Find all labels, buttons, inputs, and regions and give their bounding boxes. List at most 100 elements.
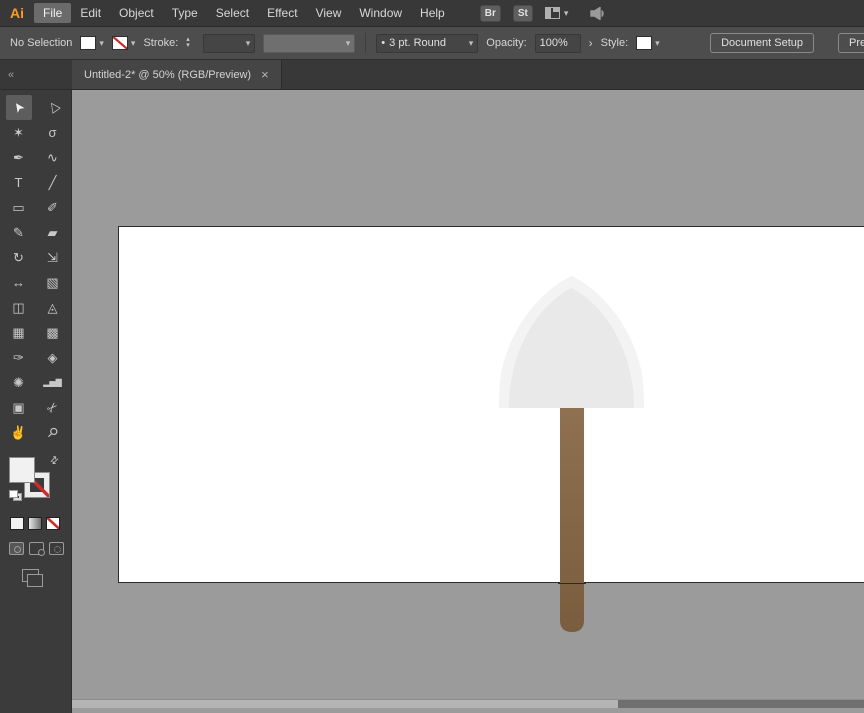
menu-file[interactable]: File bbox=[34, 3, 72, 23]
brush-definition-combo[interactable]: • 3 pt. Round ▾ bbox=[376, 33, 479, 53]
brush-name: 3 pt. Round bbox=[389, 37, 447, 49]
draw-inside-button[interactable] bbox=[49, 542, 64, 555]
artboard-tool[interactable]: ▣ bbox=[6, 395, 32, 420]
type-tool-icon: T bbox=[14, 175, 23, 190]
menu-view[interactable]: View bbox=[307, 3, 351, 23]
menu-edit[interactable]: Edit bbox=[71, 3, 110, 23]
rotate-tool-icon: ↻ bbox=[13, 250, 24, 265]
stroke-none-swatch-icon bbox=[111, 36, 128, 50]
horizontal-scrollbar[interactable] bbox=[72, 699, 864, 708]
default-fill-stroke-icon[interactable] bbox=[9, 490, 22, 501]
symbol-sprayer-tool[interactable]: ✺ bbox=[6, 370, 32, 395]
perspective-grid-tool[interactable]: ◬ bbox=[40, 295, 66, 320]
chevron-down-icon: ▾ bbox=[655, 37, 660, 48]
menu-help[interactable]: Help bbox=[411, 3, 454, 23]
arrange-documents-button[interactable]: ▾ bbox=[544, 7, 569, 19]
width-profile-combo[interactable]: ▾ bbox=[263, 33, 356, 53]
menu-effect[interactable]: Effect bbox=[258, 3, 306, 23]
shaper-tool-icon: ✎ bbox=[13, 225, 24, 240]
opacity-flyout-icon[interactable]: › bbox=[589, 36, 593, 50]
bridge-button[interactable]: Br bbox=[479, 4, 501, 22]
fill-swatch[interactable] bbox=[9, 457, 35, 483]
document-tab[interactable]: Untitled-2* @ 50% (RGB/Preview) × bbox=[72, 60, 282, 89]
symbol-sprayer-tool-icon: ✺ bbox=[13, 375, 24, 390]
fill-stroke-control: ⇄ bbox=[9, 454, 63, 503]
gradient-tool[interactable]: ▩ bbox=[40, 320, 66, 345]
mesh-tool[interactable]: ▦ bbox=[6, 320, 32, 345]
stock-button[interactable]: St bbox=[512, 4, 533, 22]
style-control[interactable]: ▾ bbox=[636, 36, 660, 50]
separator bbox=[365, 33, 367, 53]
scale-tool-icon: ⇲ bbox=[47, 250, 58, 265]
zoom-tool[interactable]: ⚲ bbox=[40, 420, 66, 445]
horizontal-scrollbar-thumb[interactable] bbox=[618, 700, 864, 708]
menu-type[interactable]: Type bbox=[163, 3, 207, 23]
gradient-button[interactable] bbox=[28, 517, 42, 530]
magic-wand-tool-icon: ✶ bbox=[13, 125, 24, 140]
pen-tool-icon: ✒ bbox=[13, 150, 24, 165]
menu-window[interactable]: Window bbox=[350, 3, 411, 23]
document-tab-title: Untitled-2* @ 50% (RGB/Preview) bbox=[84, 68, 252, 81]
hand-tool-icon: ✌ bbox=[10, 425, 27, 440]
type-tool[interactable]: T bbox=[6, 170, 32, 195]
chevron-down-icon: ▾ bbox=[99, 37, 104, 48]
preferences-button[interactable]: Pref bbox=[838, 33, 864, 53]
shovel-artwork[interactable] bbox=[72, 90, 864, 713]
stroke-weight-stepper[interactable]: ▴ ▾ bbox=[186, 36, 195, 49]
paintbrush-tool[interactable]: ✐ bbox=[40, 195, 66, 220]
stroke-color-control[interactable]: ▾ bbox=[111, 36, 135, 50]
style-label[interactable]: Style: bbox=[601, 37, 629, 49]
line-segment-tool[interactable]: ╱ bbox=[40, 170, 66, 195]
stroke-weight-combo[interactable]: ▾ bbox=[203, 33, 256, 53]
free-transform-tool[interactable]: ▧ bbox=[40, 270, 66, 295]
shovel-blade-inner[interactable] bbox=[509, 288, 634, 408]
none-button[interactable] bbox=[46, 517, 60, 530]
column-graph-tool-icon: ▂▅▇ bbox=[43, 377, 62, 387]
pen-tool[interactable]: ✒ bbox=[6, 145, 32, 170]
close-tab-icon[interactable]: × bbox=[261, 67, 269, 82]
width-tool[interactable]: ↔ bbox=[6, 270, 32, 295]
selection-status: No Selection bbox=[10, 37, 73, 49]
shovel-handle[interactable] bbox=[560, 406, 584, 632]
menu-object[interactable]: Object bbox=[110, 3, 163, 23]
eraser-tool[interactable]: ▰ bbox=[40, 220, 66, 245]
layout-icon bbox=[544, 7, 560, 19]
slice-tool[interactable]: ✂ bbox=[40, 395, 66, 420]
scale-tool[interactable]: ⇲ bbox=[40, 245, 66, 270]
rectangle-tool[interactable]: ▭ bbox=[6, 195, 32, 220]
fill-color-control[interactable]: ▾ bbox=[80, 36, 104, 50]
eyedropper-tool[interactable]: ✑ bbox=[6, 345, 32, 370]
magic-wand-tool[interactable]: ✶ bbox=[6, 120, 32, 145]
chevron-down-icon: ▾ bbox=[563, 7, 569, 18]
draw-normal-button[interactable] bbox=[9, 542, 24, 555]
menu-select[interactable]: Select bbox=[207, 3, 258, 23]
hand-tool[interactable]: ✌ bbox=[6, 420, 32, 445]
screen-mode-button[interactable] bbox=[22, 569, 43, 587]
draw-behind-button[interactable] bbox=[29, 542, 45, 556]
fill-swatch-icon bbox=[80, 36, 97, 50]
stroke-label[interactable]: Stroke: bbox=[143, 37, 178, 49]
selection-tool[interactable]: ➤ bbox=[5, 95, 32, 120]
swap-fill-stroke-icon[interactable]: ⇄ bbox=[48, 454, 62, 468]
perspective-grid-tool-icon: ◬ bbox=[47, 300, 58, 315]
color-button[interactable] bbox=[10, 517, 24, 530]
shaper-tool[interactable]: ✎ bbox=[6, 220, 32, 245]
rotate-tool[interactable]: ↻ bbox=[6, 245, 32, 270]
direct-selection-tool[interactable]: ▷ bbox=[40, 95, 66, 120]
app-logo: Ai bbox=[10, 5, 24, 21]
color-mode-buttons bbox=[10, 517, 71, 530]
blend-tool[interactable]: ◈ bbox=[40, 345, 66, 370]
document-setup-button[interactable]: Document Setup bbox=[710, 33, 814, 53]
collapse-panel-icon[interactable]: « bbox=[8, 69, 14, 81]
column-graph-tool[interactable]: ▂▅▇ bbox=[40, 370, 66, 395]
opacity-field[interactable]: 100% bbox=[534, 33, 581, 53]
canvas-pasteboard[interactable] bbox=[72, 90, 864, 713]
share-icon[interactable] bbox=[590, 6, 605, 20]
shape-builder-tool[interactable]: ◫ bbox=[6, 295, 32, 320]
opacity-label[interactable]: Opacity: bbox=[486, 37, 526, 49]
stepper-down-icon[interactable]: ▾ bbox=[186, 42, 195, 49]
chevron-down-icon: ▾ bbox=[468, 37, 474, 48]
curvature-tool[interactable]: ∿ bbox=[40, 145, 66, 170]
style-swatch-icon bbox=[636, 36, 653, 50]
lasso-tool[interactable]: σ bbox=[40, 120, 66, 145]
